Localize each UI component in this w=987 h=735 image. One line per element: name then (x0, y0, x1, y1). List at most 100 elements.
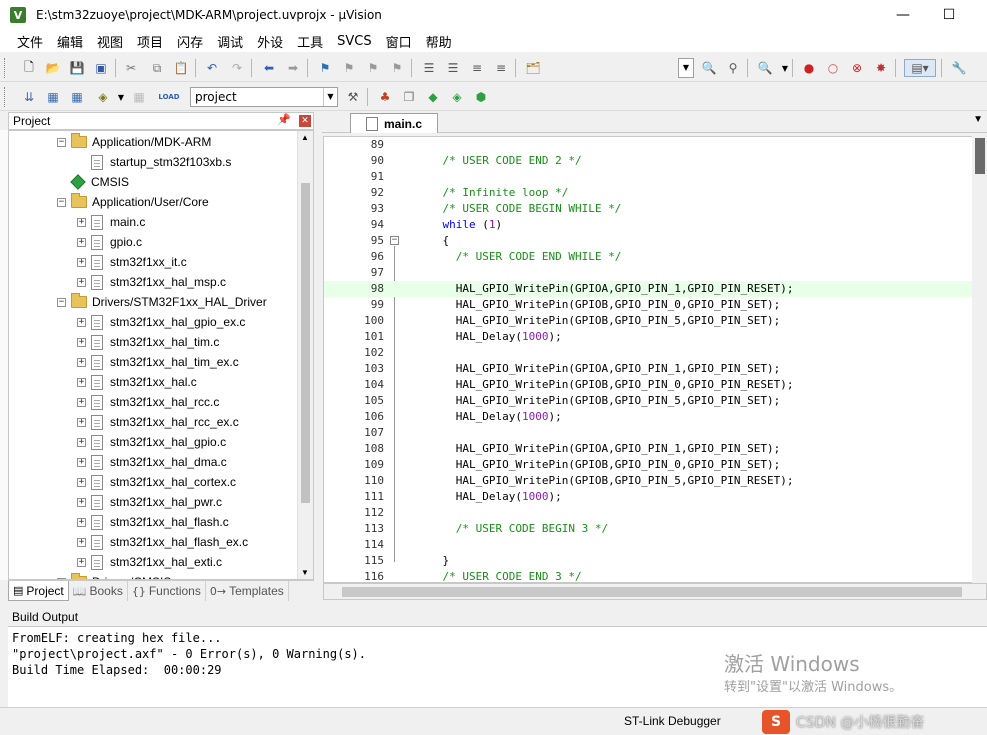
open-file-icon[interactable]: 📂 (44, 59, 62, 77)
tree-file[interactable]: + stm32f1xx_hal_rcc_ex.c (77, 412, 239, 432)
select-packs-icon[interactable]: ❐ (400, 88, 418, 106)
pin-icon[interactable]: 📌 (277, 113, 291, 126)
manage-rte-icon[interactable]: ◈ (448, 88, 466, 106)
unindent-icon[interactable]: ☰ (444, 59, 462, 77)
menu-item[interactable]: 外设 (250, 32, 290, 51)
chevron-down-icon[interactable]: ▼ (973, 114, 983, 125)
navigate-forward-icon[interactable]: ➡ (284, 59, 302, 77)
tree-file[interactable]: + stm32f1xx_hal_gpio_ex.c (77, 312, 245, 332)
expand-icon[interactable]: + (77, 537, 86, 547)
code-line[interactable]: 107 (324, 425, 986, 441)
code-line[interactable]: 101 HAL_Delay(1000); (324, 329, 986, 345)
disable-all-breakpoints-icon[interactable]: ⊗ (848, 59, 866, 77)
code-line[interactable]: 108 HAL_GPIO_WritePin(GPIOA,GPIO_PIN_1,G… (324, 441, 986, 457)
tab-project[interactable]: ▤ Project (8, 581, 69, 601)
rte-icon[interactable]: ⬢ (472, 88, 490, 106)
stop-build-icon[interactable]: ▦ (130, 88, 148, 106)
tree-file[interactable]: + stm32f1xx_hal_msp.c (77, 272, 226, 292)
window-layout-icon[interactable]: ▤▾ (904, 59, 936, 77)
rebuild-icon[interactable]: ▦ (68, 88, 86, 106)
expand-icon[interactable]: + (77, 357, 86, 367)
tab-templates[interactable]: 0→ Templates (206, 581, 289, 601)
tree-file[interactable]: + stm32f1xx_hal_rcc.c (77, 392, 219, 412)
scroll-up-icon[interactable]: ▲ (301, 133, 309, 142)
code-line[interactable]: 100 HAL_GPIO_WritePin(GPIOB,GPIO_PIN_5,G… (324, 313, 986, 329)
tree-file[interactable]: + stm32f1xx_hal_tim.c (77, 332, 219, 352)
code-line[interactable]: 93 /* USER CODE BEGIN WHILE */ (324, 201, 986, 217)
code-line[interactable]: 109 HAL_GPIO_WritePin(GPIOB,GPIO_PIN_0,G… (324, 457, 986, 473)
tree-file[interactable]: + stm32f1xx_it.c (77, 252, 187, 272)
maximize-button[interactable]: ☐ (926, 0, 972, 30)
expand-icon[interactable]: + (77, 497, 86, 507)
pack-installer-icon[interactable]: ◆ (424, 88, 442, 106)
code-line[interactable]: 114 (324, 537, 986, 553)
navigate-back-icon[interactable]: ⬅ (260, 59, 278, 77)
expand-icon[interactable]: + (77, 237, 86, 247)
configure-icon[interactable]: 🔧 (950, 59, 968, 77)
find-icon[interactable]: ⚲ (724, 59, 742, 77)
comment-icon[interactable]: ≡ (468, 59, 486, 77)
tab-functions[interactable]: {} Functions (128, 581, 206, 601)
tree-file[interactable]: startup_stm32f103xb.s (77, 152, 231, 172)
save-all-icon[interactable]: ▣ (92, 59, 110, 77)
new-file-icon[interactable]: 🗋 (20, 59, 38, 77)
expand-icon[interactable]: + (77, 477, 86, 487)
menu-item[interactable]: 调试 (210, 32, 250, 51)
expand-icon[interactable]: + (77, 397, 86, 407)
tree-folder[interactable]: − Application/User/Core (57, 192, 209, 212)
tree-file[interactable]: + stm32f1xx_hal_cortex.c (77, 472, 236, 492)
find-in-files-icon[interactable]: 🗂 (524, 59, 542, 77)
collapse-icon[interactable]: − (57, 197, 66, 207)
build-icon[interactable]: ▦ (44, 88, 62, 106)
expand-icon[interactable]: + (77, 457, 86, 467)
find-combo[interactable]: ▼ (678, 58, 694, 78)
expand-icon[interactable]: + (77, 377, 86, 387)
insert-breakpoint-icon[interactable]: ● (800, 59, 818, 77)
bookmark-prev-icon[interactable]: ⚑ (340, 59, 358, 77)
menu-item[interactable]: 视图 (90, 32, 130, 51)
tree-file[interactable]: + gpio.c (77, 232, 142, 252)
target-options-icon[interactable]: ⚒ (344, 88, 362, 106)
bookmark-clear-icon[interactable]: ⚑ (388, 59, 406, 77)
minimize-button[interactable]: — (880, 0, 926, 30)
indent-icon[interactable]: ☰ (420, 59, 438, 77)
code-line[interactable]: 104 HAL_GPIO_WritePin(GPIOB,GPIO_PIN_0,G… (324, 377, 986, 393)
tree-file[interactable]: + stm32f1xx_hal_exti.c (77, 552, 222, 572)
menu-item[interactable]: 编辑 (50, 32, 90, 51)
code-line[interactable]: 105 HAL_GPIO_WritePin(GPIOB,GPIO_PIN_5,G… (324, 393, 986, 409)
redo-icon[interactable]: ↷ (228, 59, 246, 77)
close-icon[interactable]: ✕ (299, 115, 311, 127)
expand-icon[interactable]: + (77, 277, 86, 287)
undo-icon[interactable]: ↶ (203, 59, 221, 77)
code-line[interactable]: 99 HAL_GPIO_WritePin(GPIOB,GPIO_PIN_0,GP… (324, 297, 986, 313)
scrollbar-thumb[interactable] (342, 587, 962, 597)
tree-file[interactable]: + stm32f1xx_hal_flash.c (77, 512, 229, 532)
code-line[interactable]: 112 (324, 505, 986, 521)
manage-project-items-icon[interactable]: ♣ (376, 88, 394, 106)
expand-icon[interactable]: + (77, 217, 86, 227)
code-line[interactable]: 95− { (324, 233, 986, 249)
target-select[interactable]: project ▼ (190, 87, 338, 107)
tree-file[interactable]: + stm32f1xx_hal.c (77, 372, 197, 392)
tab-books[interactable]: 📖 Books (69, 581, 128, 601)
scroll-down-icon[interactable]: ▼ (301, 568, 309, 577)
tree-folder[interactable]: − Drivers/STM32F1xx_HAL_Driver (57, 292, 267, 312)
tab-main-c[interactable]: main.c (350, 113, 438, 133)
scrollbar-thumb[interactable] (301, 183, 310, 503)
code-line[interactable]: 90 /* USER CODE END 2 */ (324, 153, 986, 169)
code-line[interactable]: 106 HAL_Delay(1000); (324, 409, 986, 425)
collapse-icon[interactable]: − (57, 137, 66, 147)
code-line[interactable]: 116 /* USER CODE END 3 */ (324, 569, 986, 582)
code-line[interactable]: 94 while (1) (324, 217, 986, 233)
tree-file[interactable]: + stm32f1xx_hal_gpio.c (77, 432, 226, 452)
toolbar-grip[interactable] (4, 87, 7, 107)
code-line[interactable]: 91 (324, 169, 986, 185)
enable-breakpoint-icon[interactable]: ○ (824, 59, 842, 77)
scrollbar-thumb[interactable] (975, 138, 985, 174)
debug-session-icon[interactable]: 🔍 (756, 59, 774, 77)
incremental-find-icon[interactable]: 🔍 (700, 59, 718, 77)
expand-icon[interactable]: + (77, 417, 86, 427)
code-line[interactable]: 115 } (324, 553, 986, 569)
tree-component[interactable]: CMSIS (57, 172, 129, 192)
chevron-down-icon[interactable]: ▼ (112, 88, 130, 106)
